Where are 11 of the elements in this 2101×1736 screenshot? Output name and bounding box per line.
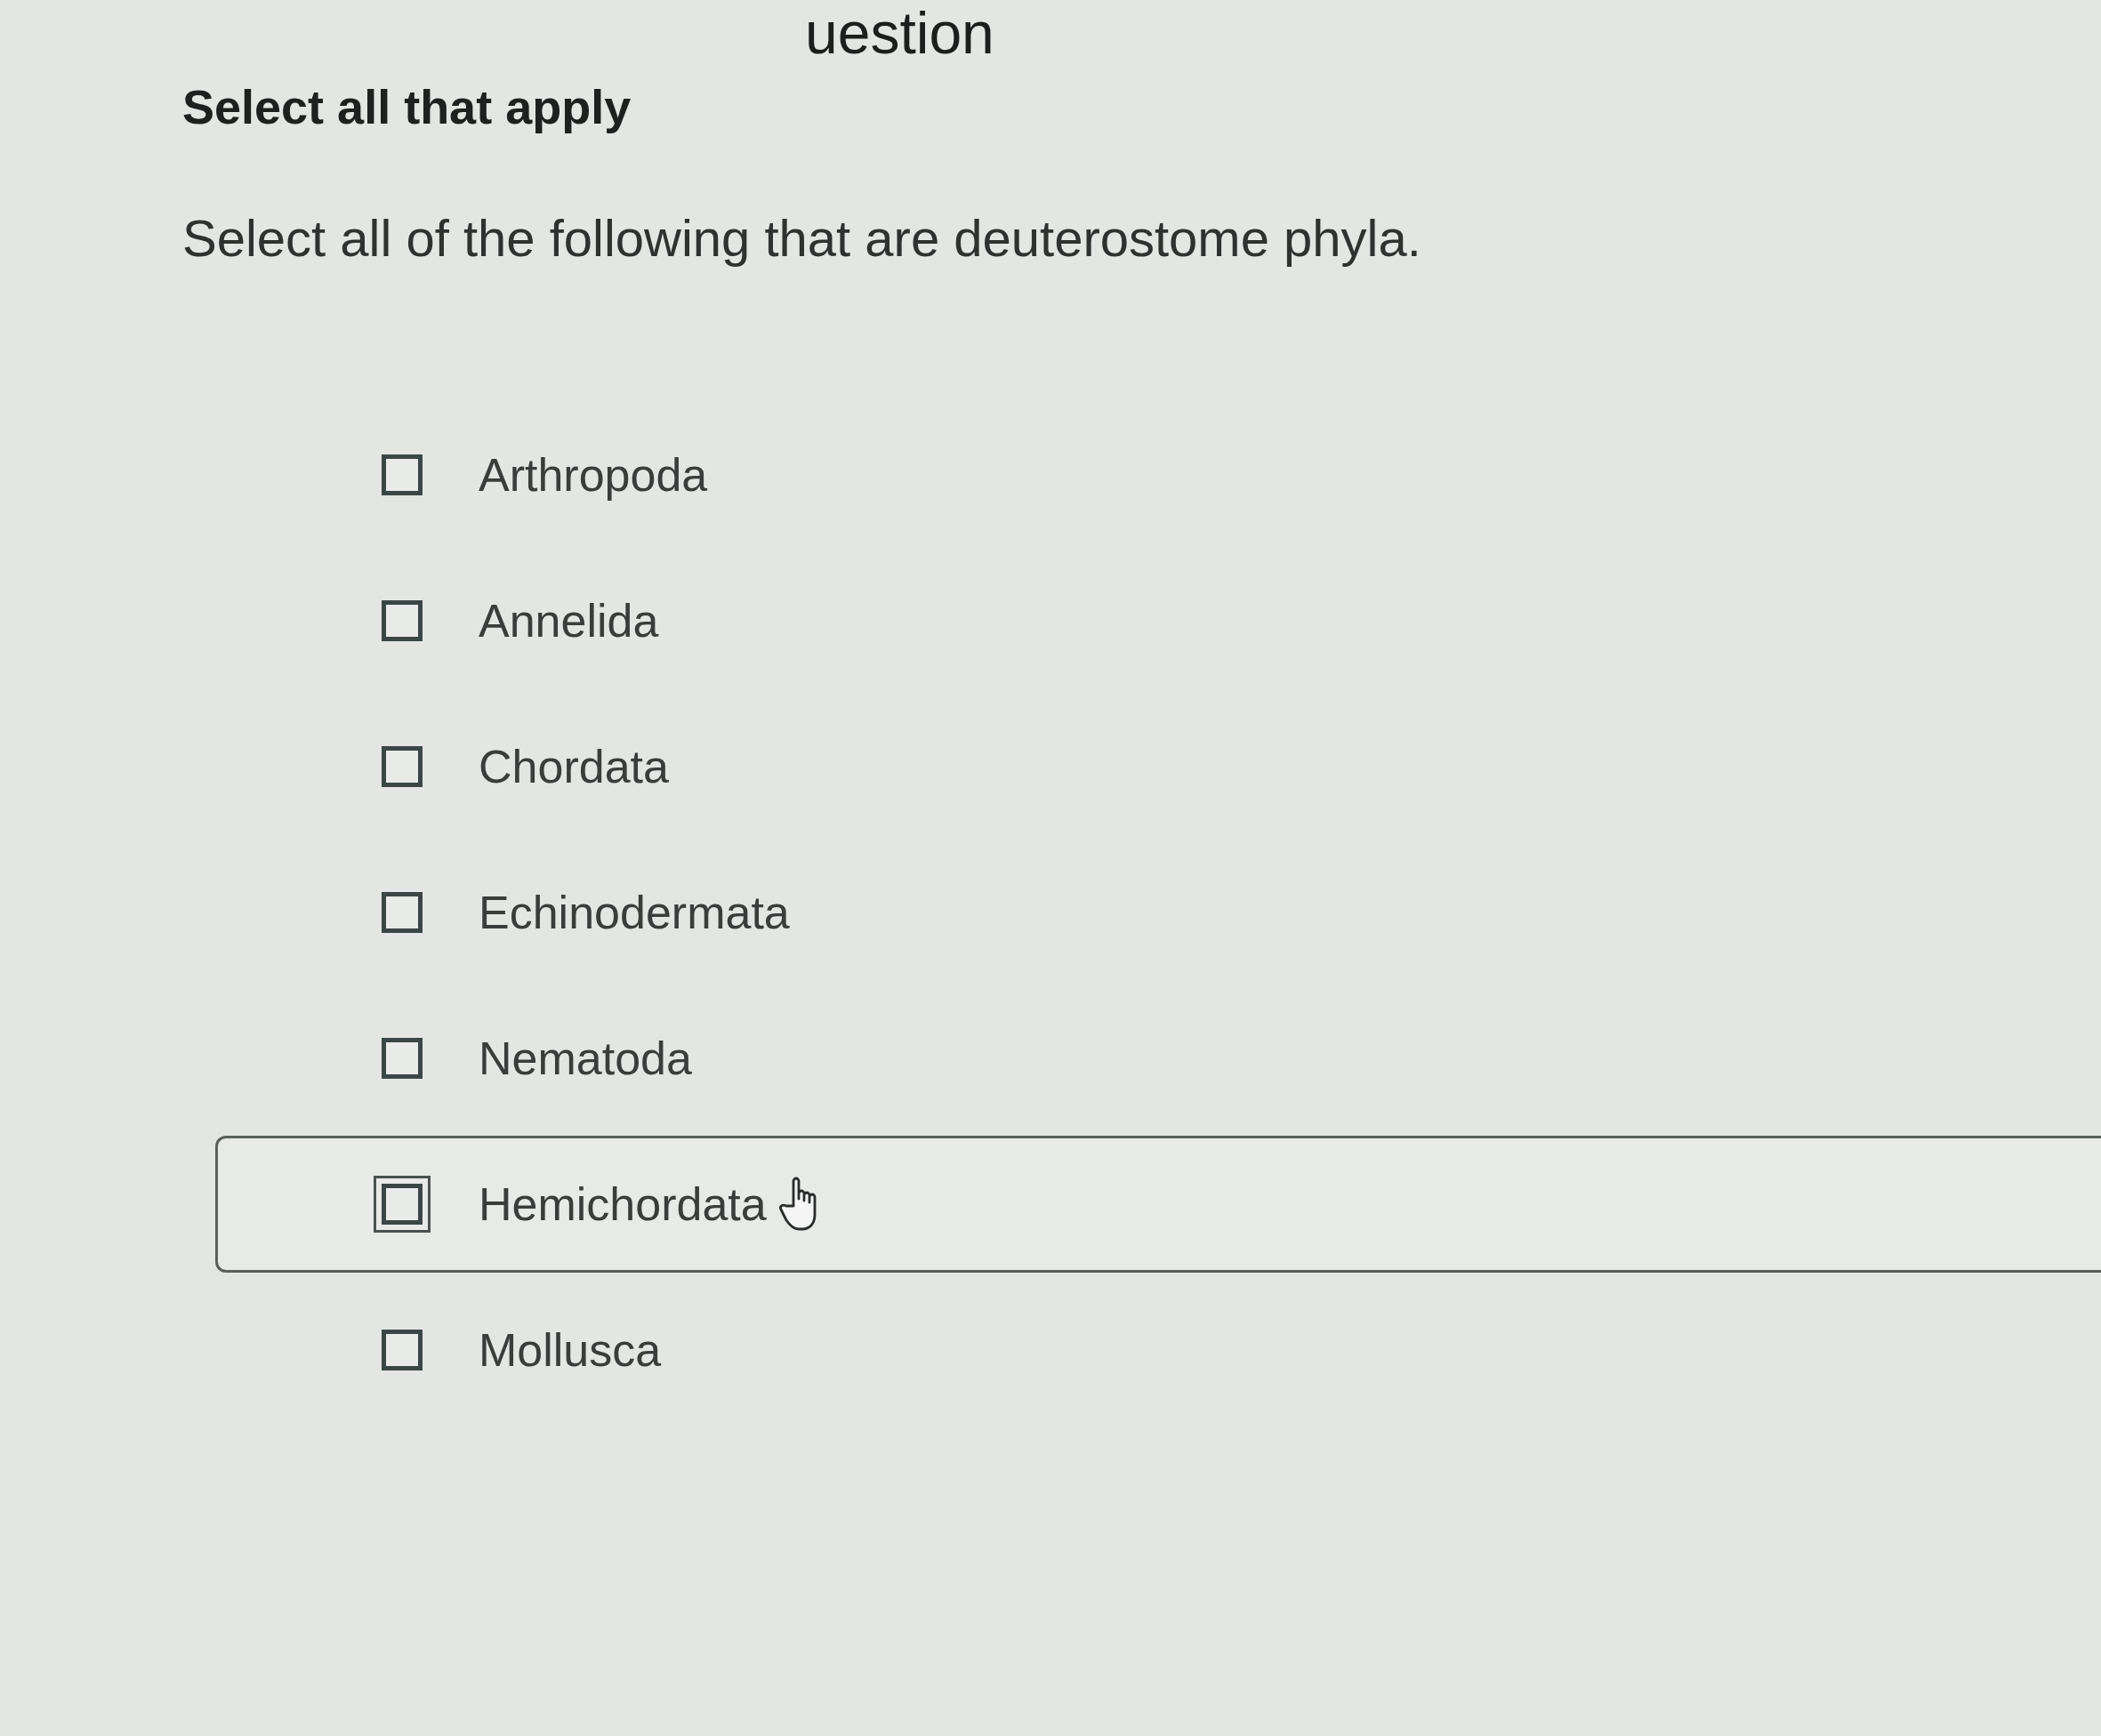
answer-option[interactable]: Arthropoda bbox=[374, 446, 708, 504]
checkbox[interactable] bbox=[374, 1176, 431, 1234]
answer-option[interactable]: Mollusca bbox=[374, 1322, 662, 1379]
instruction-heading: Select all that apply bbox=[182, 79, 632, 135]
answer-option[interactable]: Hemichordata bbox=[215, 1136, 2101, 1274]
section-title: uestion bbox=[805, 4, 994, 62]
answer-option[interactable]: Nematoda bbox=[374, 1030, 692, 1088]
answer-option[interactable]: Annelida bbox=[374, 592, 659, 650]
answer-option[interactable]: Echinodermata bbox=[374, 884, 790, 942]
answer-option[interactable]: Chordata bbox=[374, 738, 669, 796]
question-text: Select all of the following that are deuterostome phyla. bbox=[182, 207, 1421, 269]
